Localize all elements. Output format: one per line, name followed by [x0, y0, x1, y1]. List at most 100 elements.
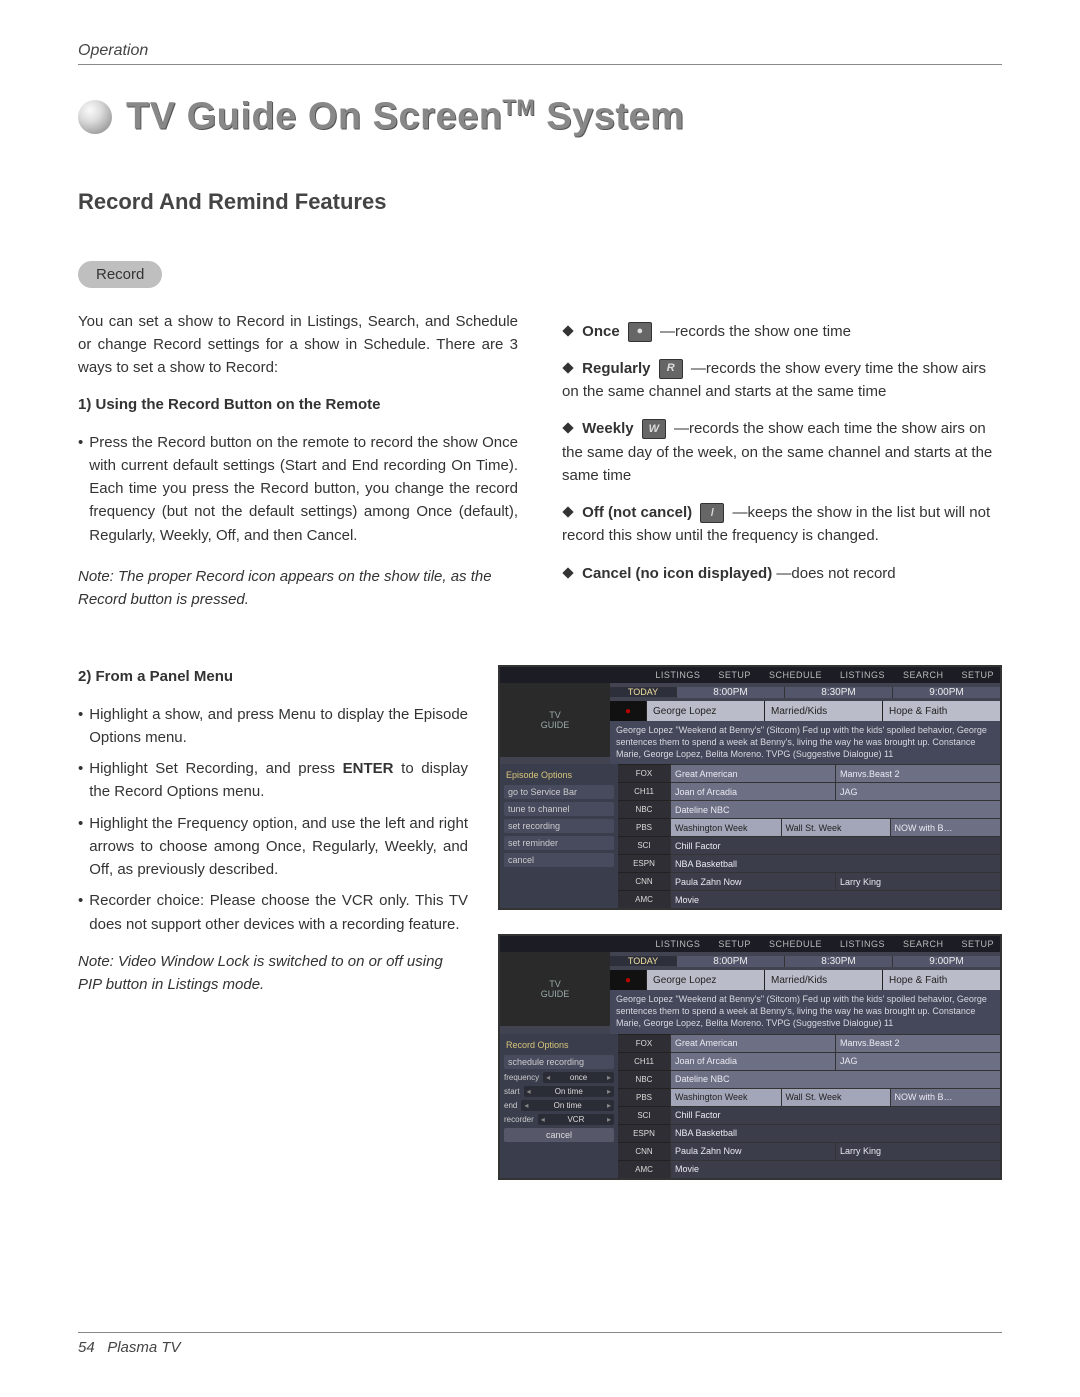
title-suffix: System [535, 96, 684, 138]
guide-now-cell: George Lopez [646, 970, 764, 990]
guide-row: SCIChill Factor [618, 836, 1000, 854]
guide-screenshot-record-options: LISTINGS SETUP SCHEDULE LISTINGS SEARCH … [498, 934, 1002, 1179]
guide-now-cell: George Lopez [646, 701, 764, 721]
guide-tab: LISTINGS [840, 939, 885, 949]
bullet-dot-icon: • [78, 703, 83, 726]
guide-row: CH11Joan of ArcadiaJAG [618, 1052, 1000, 1070]
guide-program: Great American [670, 1034, 835, 1052]
panel-item: tune to channel [504, 802, 614, 816]
guide-time: 8:00PM [676, 687, 784, 698]
guide-channel: FOX [618, 764, 670, 782]
guide-row: NBCDateline NBC [618, 800, 1000, 818]
title-row: TV Guide On ScreenTM System [78, 95, 1002, 139]
guide-channel: CH11 [618, 782, 670, 800]
option-value-text: On time [554, 1101, 582, 1110]
off-label: Off (not cancel) [582, 504, 692, 521]
method2-heading: 2) From a Panel Menu [78, 665, 468, 688]
right-column: Once —records the show one time Regularl… [562, 310, 1002, 599]
guide-now-cell: Hope & Faith [882, 701, 1000, 721]
m2-b4: Recorder choice: Please choose the VCR o… [89, 889, 468, 936]
option-row: frequency once [504, 1072, 614, 1083]
record-once-icon [628, 322, 652, 342]
section-heading: Record And Remind Features [78, 189, 1002, 215]
guide-program: Larry King [835, 1142, 1000, 1160]
guide-tab: SCHEDULE [769, 939, 822, 949]
record-indicator-icon [610, 970, 646, 990]
guide-row: CH11Joan of ArcadiaJAG [618, 782, 1000, 800]
guide-tab: SETUP [961, 670, 994, 680]
method1-text: Press the Record button on the remote to… [89, 431, 518, 547]
guide-program: NOW with B… [890, 1088, 1001, 1106]
guide-grid: FOXGreat AmericanManvs.Beast 2CH11Joan o… [618, 1034, 1000, 1178]
method1-note: Note: The proper Record icon appears on … [78, 565, 518, 612]
record-regularly-icon [659, 359, 683, 379]
guide-time-row: TODAY 8:00PM 8:30PM 9:00PM [610, 683, 1000, 701]
guide-screenshots: LISTINGS SETUP SCHEDULE LISTINGS SEARCH … [498, 665, 1002, 1179]
guide-program: Washington Week [670, 1088, 781, 1106]
freq-weekly: Weekly —records the show each time the s… [562, 417, 1002, 487]
section-label: Operation [78, 42, 1002, 64]
panel-item: cancel [504, 853, 614, 867]
guide-channel: AMC [618, 1160, 670, 1178]
panel-header: Record Options [504, 1038, 614, 1052]
option-value-text: VCR [567, 1115, 584, 1124]
guide-program: NBA Basketball [670, 1124, 1000, 1142]
guide-program: Paula Zahn Now [670, 872, 835, 890]
m2-note: Note: Video Window Lock is switched to o… [78, 950, 468, 997]
footer-rule [78, 1332, 1002, 1333]
m2-b3: Highlight the Frequency option, and use … [89, 812, 468, 882]
top-rule [78, 64, 1002, 65]
guide-program: JAG [835, 1052, 1000, 1070]
guide-tab: SETUP [718, 670, 751, 680]
guide-channel: CH11 [618, 1052, 670, 1070]
guide-row: ESPNNBA Basketball [618, 854, 1000, 872]
cancel-label: Cancel (no icon displayed) [582, 565, 772, 582]
guide-screenshot-episode-options: LISTINGS SETUP SCHEDULE LISTINGS SEARCH … [498, 665, 1002, 910]
guide-time: 8:30PM [784, 687, 892, 698]
guide-program: Wall St. Week [781, 818, 890, 836]
guide-program: NBA Basketball [670, 854, 1000, 872]
guide-day: TODAY [610, 687, 676, 697]
episode-options-panel: Episode Options go to Service Bar tune t… [500, 764, 618, 908]
guide-tab: LISTINGS [655, 670, 700, 680]
option-value: VCR [538, 1114, 614, 1125]
guide-channel: ESPN [618, 854, 670, 872]
weekly-label: Weekly [582, 420, 633, 437]
guide-program: Movie [670, 890, 1000, 908]
guide-grid: FOXGreat AmericanManvs.Beast 2CH11Joan o… [618, 764, 1000, 908]
guide-channel: ESPN [618, 1124, 670, 1142]
option-label: recorder [504, 1115, 534, 1124]
option-value-text: On time [555, 1087, 583, 1096]
diamond-icon [562, 567, 573, 578]
option-row: end On time [504, 1100, 614, 1111]
option-value: On time [524, 1086, 614, 1097]
m2-b1: Highlight a show, and press Menu to disp… [89, 703, 468, 750]
guide-program: Manvs.Beast 2 [835, 1034, 1000, 1052]
guide-day: TODAY [610, 956, 676, 966]
diamond-icon [562, 507, 573, 518]
guide-time: 9:00PM [892, 956, 1000, 967]
title-tm: TM [502, 95, 535, 120]
guide-program: Joan of Arcadia [670, 1052, 835, 1070]
page-title: TV Guide On ScreenTM System [126, 95, 684, 139]
record-weekly-icon [642, 419, 666, 439]
guide-row: FOXGreat AmericanManvs.Beast 2 [618, 764, 1000, 782]
method1-heading: 1) Using the Record Button on the Remote [78, 393, 518, 416]
method1-bullet: • Press the Record button on the remote … [78, 431, 518, 547]
guide-tabs: LISTINGS SETUP SCHEDULE LISTINGS SEARCH … [500, 936, 1000, 952]
guide-row: CNNPaula Zahn NowLarry King [618, 872, 1000, 890]
pip-window: TVGUIDE [500, 683, 610, 757]
option-label: start [504, 1087, 520, 1096]
diamond-icon [562, 362, 573, 373]
guide-now-row: George Lopez Married/Kids Hope & Faith [610, 970, 1000, 990]
guide-description: George Lopez "Weekend at Benny's" (Sitco… [610, 721, 1000, 764]
bullet-dot-icon: • [78, 812, 83, 835]
panel-item: set recording [504, 819, 614, 833]
bullet-dot-icon: • [78, 889, 83, 912]
guide-program: JAG [835, 782, 1000, 800]
guide-channel: AMC [618, 890, 670, 908]
guide-now-cell: Married/Kids [764, 970, 882, 990]
panel-cancel: cancel [504, 1128, 614, 1142]
guide-tabs: LISTINGS SETUP SCHEDULE LISTINGS SEARCH … [500, 667, 1000, 683]
guide-program: Larry King [835, 872, 1000, 890]
